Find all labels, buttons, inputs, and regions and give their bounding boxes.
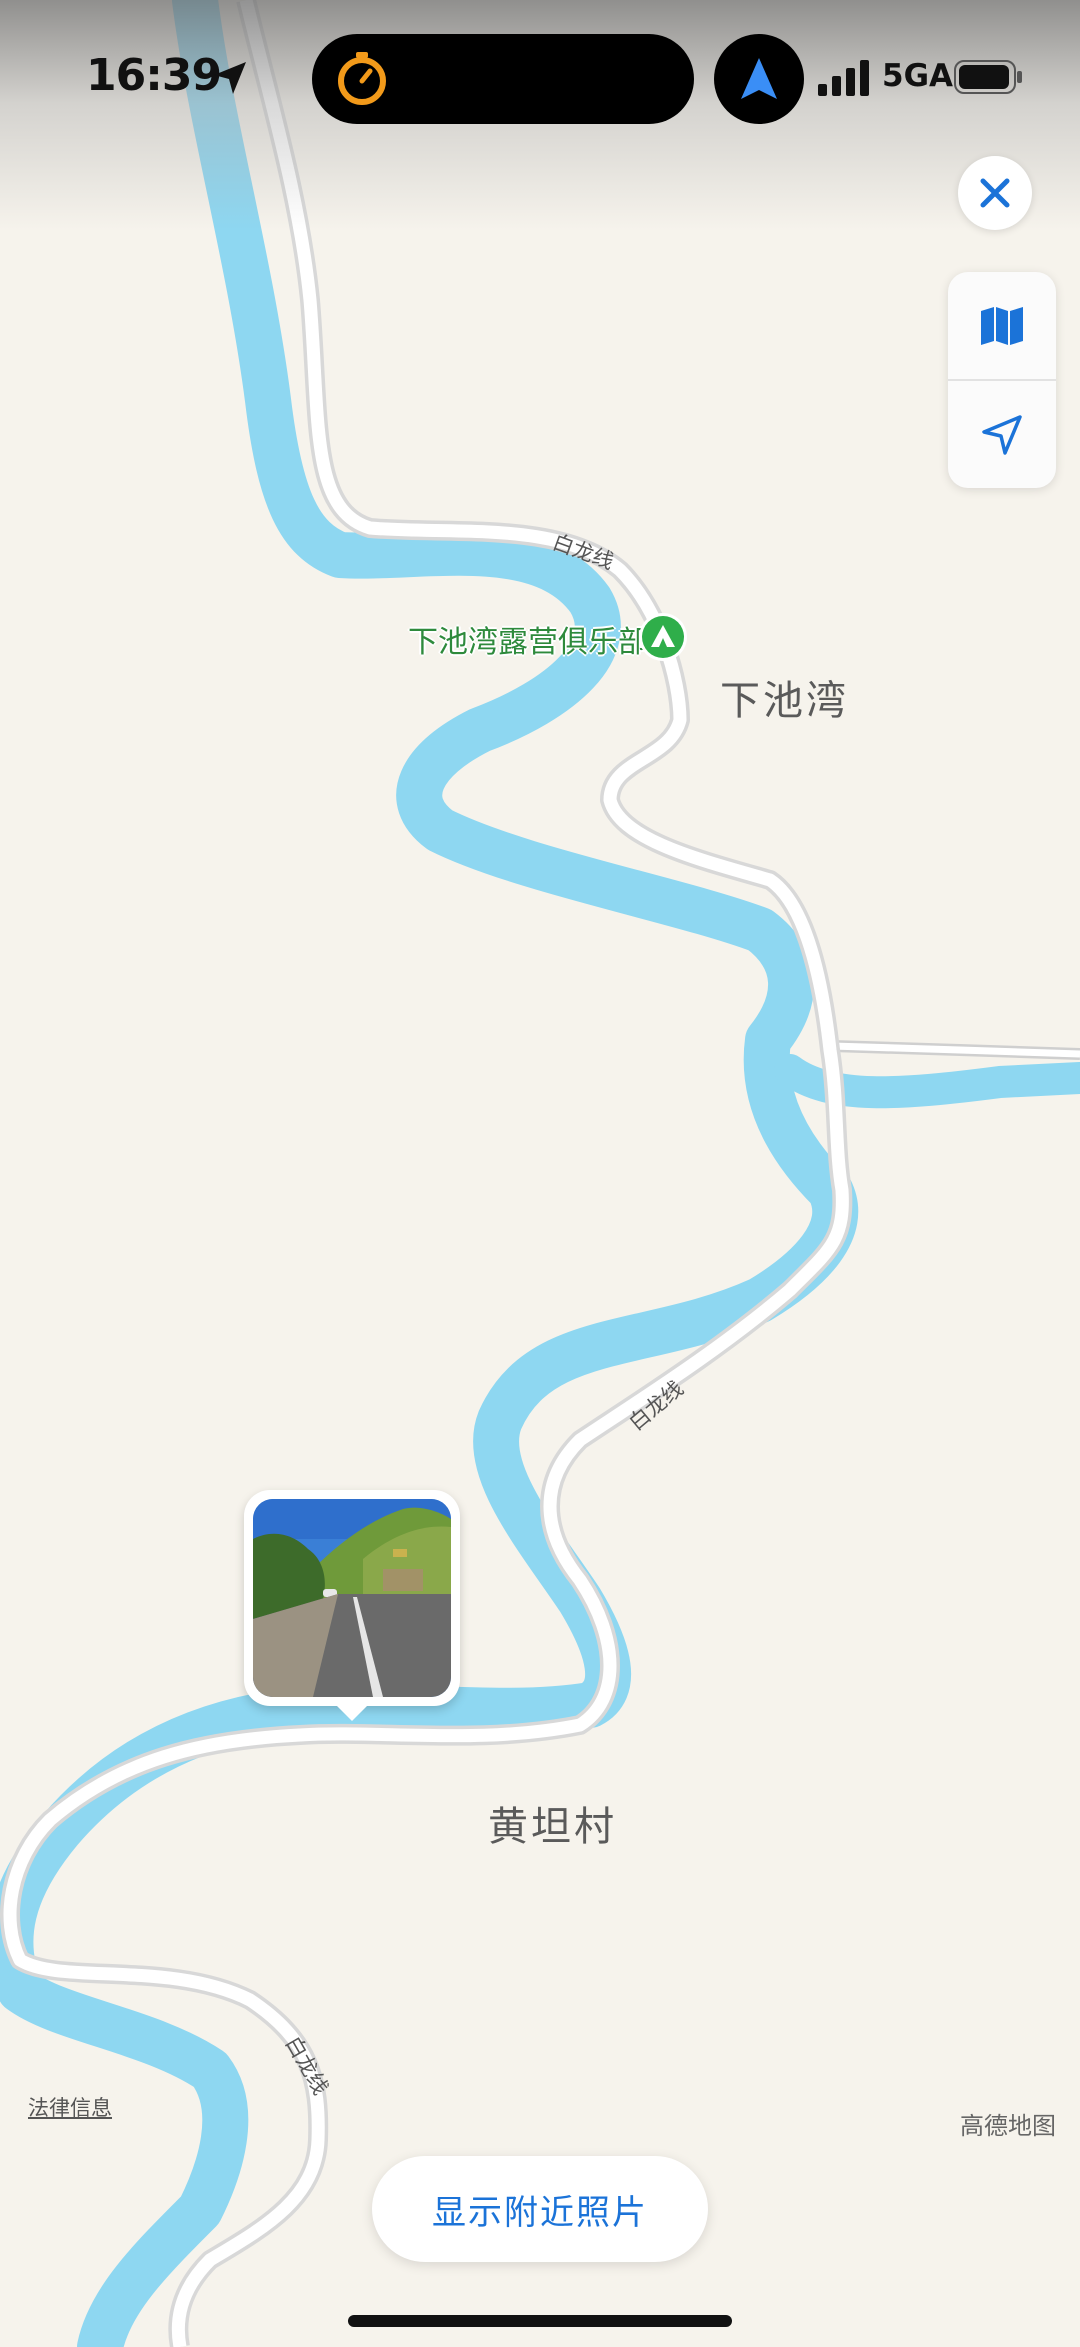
photo-thumbnail <box>253 1499 451 1697</box>
location-arrow-icon <box>214 62 246 94</box>
status-time: 16:39 <box>86 50 222 101</box>
timer-icon <box>338 52 386 105</box>
location-arrow-icon <box>982 415 1022 455</box>
navigation-arrow-icon <box>741 58 777 99</box>
battery-icon <box>954 60 1022 94</box>
river <box>0 0 859 2347</box>
poi-label[interactable]: 下池湾露营俱乐部 <box>408 617 648 661</box>
place-label: 黄坦村 <box>488 1804 617 1850</box>
legal-link[interactable]: 法律信息 <box>28 2092 112 2122</box>
map-canvas[interactable] <box>0 0 1080 2347</box>
campsite-icon[interactable] <box>642 616 684 658</box>
place-label: 下池湾 <box>720 678 849 724</box>
home-indicator[interactable] <box>348 2315 732 2327</box>
photo-pin-pointer <box>333 1702 371 1721</box>
locate-me-button[interactable] <box>948 381 1056 488</box>
close-icon <box>980 178 1010 208</box>
map-icon <box>981 307 1023 345</box>
signal-icon <box>818 60 869 96</box>
close-button[interactable] <box>958 156 1032 230</box>
map-provider-label: 高德地图 <box>960 2112 1056 2140</box>
network-type: 5GA <box>882 58 954 94</box>
photo-pin[interactable] <box>244 1490 460 1706</box>
show-nearby-photos-button[interactable]: 显示附近照片 <box>372 2156 708 2262</box>
main-road <box>0 0 853 2347</box>
map-controls <box>948 272 1056 488</box>
map-mode-button[interactable] <box>948 272 1056 380</box>
